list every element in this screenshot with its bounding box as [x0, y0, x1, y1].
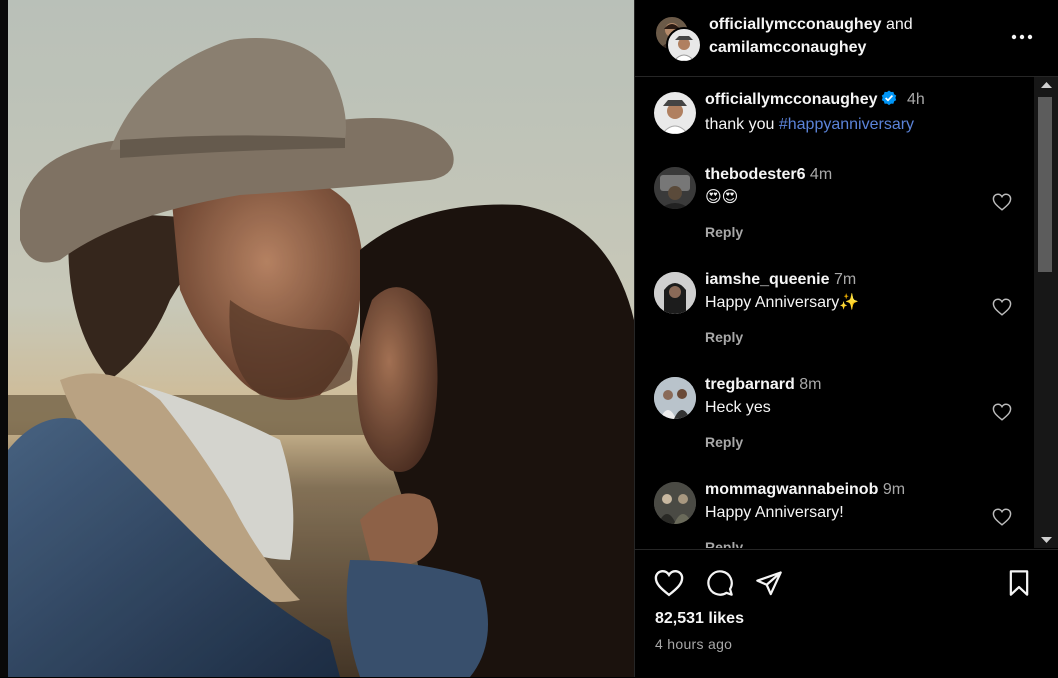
post-timestamp: 4 hours ago — [655, 636, 733, 652]
couple-photo-illustration — [0, 0, 634, 677]
comment-time: 8m — [799, 376, 822, 393]
comment-username[interactable]: mommagwannabeinob — [705, 481, 878, 498]
author-username[interactable]: officiallymcconaughey — [709, 16, 882, 33]
comment-text: Happy Anniversary! — [705, 504, 844, 521]
post-actions: 82,531 likes 4 hours ago — [635, 549, 1058, 678]
bookmark-icon[interactable] — [1004, 569, 1034, 602]
comment-icon[interactable] — [705, 569, 735, 602]
like-count[interactable]: 82,531 likes — [655, 610, 744, 628]
coauthor-username[interactable]: camilamcconaughey — [709, 36, 913, 59]
comment-like-heart-icon[interactable] — [992, 508, 1012, 531]
avatar[interactable] — [654, 92, 696, 134]
avatar[interactable] — [654, 377, 696, 419]
post-authors: officiallymcconaughey and camilamcconaug… — [709, 13, 913, 59]
authors-joiner: and — [885, 16, 913, 33]
comment-username[interactable]: thebodester6 — [705, 166, 805, 183]
caption-text: thank you — [705, 116, 775, 133]
comment-time: 9m — [882, 481, 906, 498]
comment-like-heart-icon[interactable] — [992, 193, 1012, 216]
comment-like-heart-icon[interactable] — [992, 403, 1012, 426]
reply-button[interactable]: Reply — [705, 434, 743, 450]
scroll-down-arrow-icon[interactable] — [1034, 532, 1058, 548]
reply-button[interactable]: Reply — [705, 539, 743, 548]
more-options-icon[interactable] — [1011, 27, 1033, 52]
comment-text: Happy Anniversary✨ — [705, 294, 860, 311]
comment-username[interactable]: iamshe_queenie — [705, 271, 830, 288]
comments-list[interactable]: officiallymcconaughey 4h thank you #happ… — [635, 77, 1035, 548]
avatar[interactable] — [654, 167, 696, 209]
scroll-up-arrow-icon[interactable] — [1034, 77, 1058, 93]
avatar-author — [666, 27, 702, 63]
reply-button[interactable]: Reply — [705, 224, 743, 240]
comment-text: 😍😍 — [705, 189, 739, 206]
caption-time: 4h — [906, 91, 925, 108]
share-icon[interactable] — [754, 569, 784, 602]
scrollbar-thumb[interactable] — [1038, 97, 1052, 272]
post-photo — [0, 0, 634, 677]
caption-hashtag[interactable]: #happyanniversary — [779, 116, 914, 133]
comment-time: 7m — [833, 271, 857, 288]
comment-like-heart-icon[interactable] — [992, 298, 1012, 321]
post-header: officiallymcconaughey and camilamcconaug… — [635, 0, 1058, 77]
avatar[interactable] — [654, 482, 696, 524]
caption-username[interactable]: officiallymcconaughey — [705, 91, 878, 108]
heart-icon[interactable] — [654, 569, 684, 602]
stacked-avatars[interactable] — [654, 15, 702, 63]
post-sidebar: officiallymcconaughey and camilamcconaug… — [634, 0, 1058, 677]
verified-badge-icon — [881, 90, 897, 113]
comment-username[interactable]: tregbarnard — [705, 376, 795, 393]
reply-button[interactable]: Reply — [705, 329, 743, 345]
comment-text: Heck yes — [705, 399, 771, 416]
comment-time: 4m — [809, 166, 833, 183]
comments-scrollbar[interactable] — [1034, 77, 1058, 548]
avatar[interactable] — [654, 272, 696, 314]
